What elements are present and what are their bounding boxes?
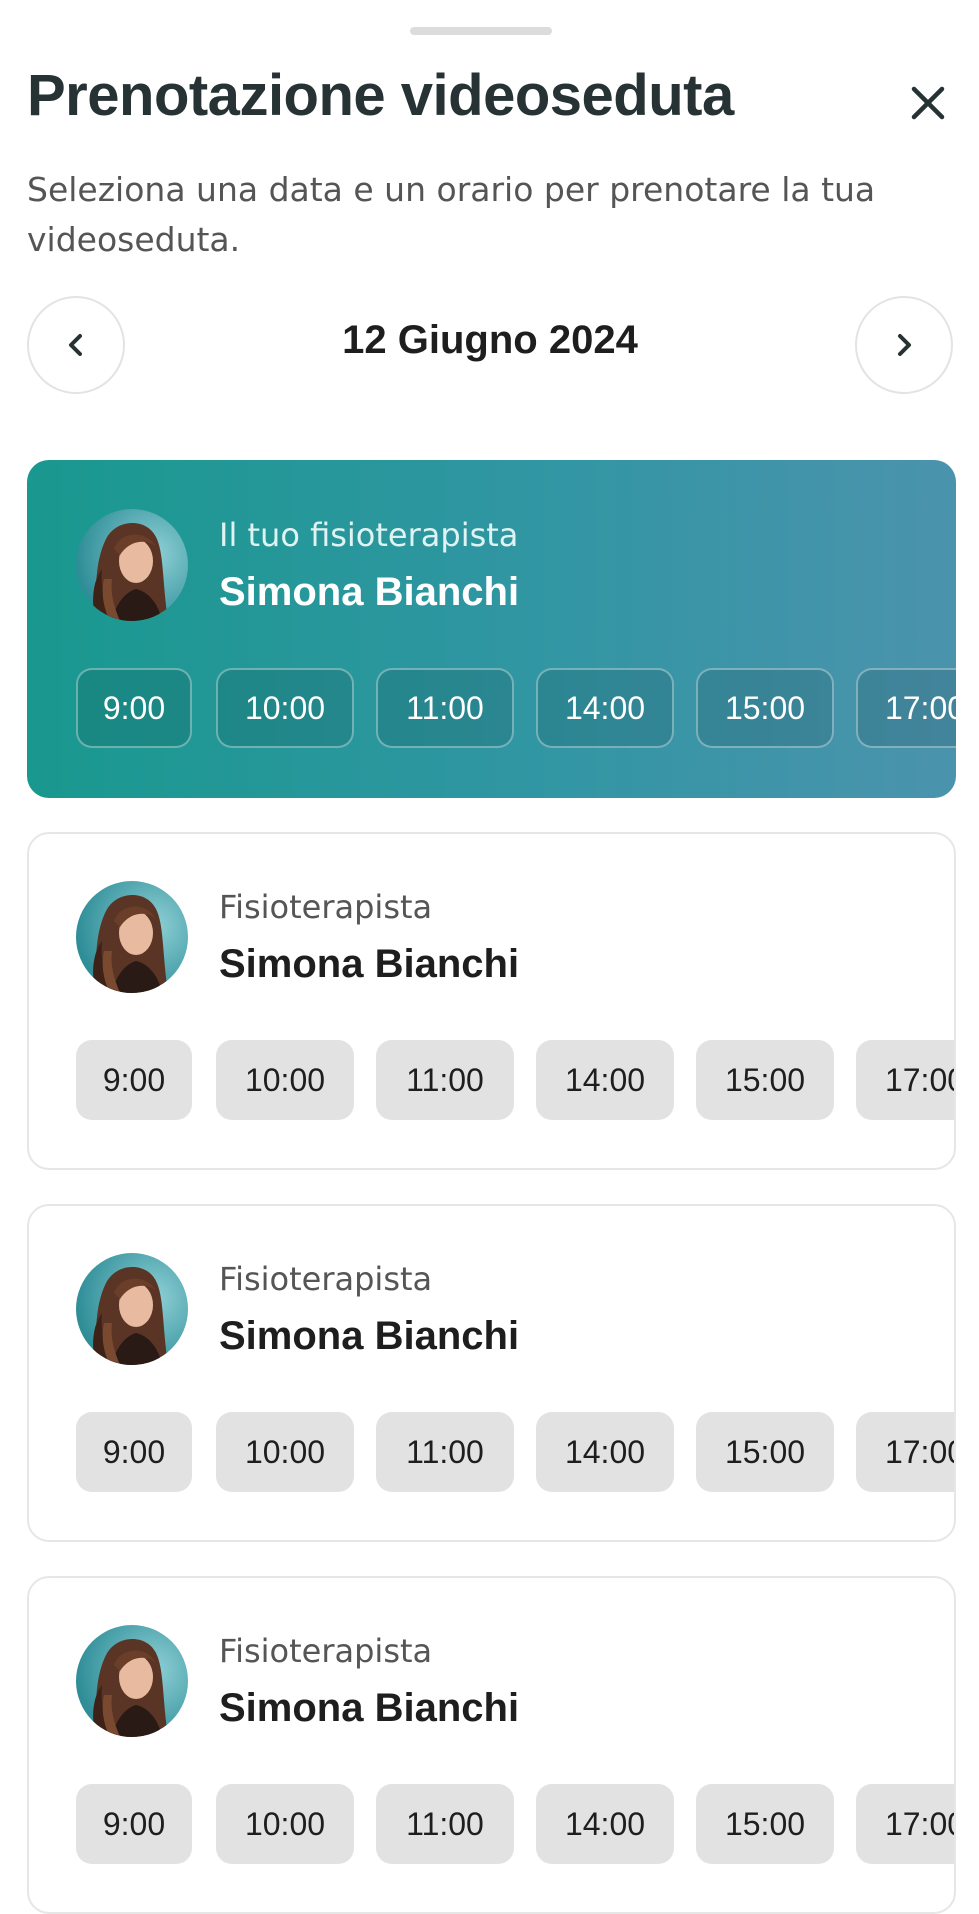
- chevron-left-icon: [69, 334, 82, 356]
- selected-date: 12 Giugno 2024: [342, 318, 638, 362]
- therapist-name: Simona Bianchi: [219, 570, 520, 614]
- prev-date-button[interactable]: [27, 296, 125, 394]
- time-slot-list: 9:00 10:00 11:00 14:00 15:00 17:00: [76, 1784, 954, 1864]
- featured-therapist-card: Il tuo fisioterapista Simona Bianchi 9:00 1…: [27, 460, 956, 798]
- therapist-name: Simona Bianchi: [219, 942, 520, 986]
- time-slot-button[interactable]: 17:00: [856, 1040, 954, 1120]
- drag-handle[interactable]: [410, 27, 552, 35]
- time-slot-button[interactable]: 17:00: [856, 1784, 954, 1864]
- avatar: [76, 881, 188, 993]
- chevron-right-icon: [898, 334, 911, 356]
- close-button[interactable]: [900, 75, 956, 131]
- avatar: [76, 1253, 188, 1365]
- therapist-card: Fisioterapista Simona Bianchi 9:00 10:00 11:…: [27, 832, 956, 1170]
- therapist-role: Fisioterapista: [219, 1260, 433, 1298]
- time-slot-button[interactable]: 15:00: [696, 668, 834, 748]
- time-slot-button[interactable]: 9:00: [76, 1040, 192, 1120]
- time-slot-button[interactable]: 9:00: [76, 1784, 192, 1864]
- time-slot-button[interactable]: 9:00: [76, 668, 192, 748]
- close-icon: [911, 86, 945, 120]
- time-slot-button[interactable]: 11:00: [376, 1040, 514, 1120]
- time-slot-list: 9:00 10:00 11:00 14:00 15:00 17:00: [76, 1040, 954, 1120]
- page-title: Prenotazione videoseduta: [27, 63, 734, 128]
- therapist-card: Fisioterapista Simona Bianchi 9:00 10:00 11:…: [27, 1576, 956, 1914]
- time-slot-button[interactable]: 14:00: [536, 1412, 674, 1492]
- time-slot-button[interactable]: 10:00: [216, 1040, 354, 1120]
- therapist-card: Fisioterapista Simona Bianchi 9:00 10:00 11:…: [27, 1204, 956, 1542]
- therapist-role: Il tuo fisioterapista: [219, 516, 519, 554]
- time-slot-button[interactable]: 14:00: [536, 668, 674, 748]
- next-date-button[interactable]: [855, 296, 953, 394]
- time-slot-button[interactable]: 17:00: [856, 668, 956, 748]
- time-slot-button[interactable]: 15:00: [696, 1412, 834, 1492]
- time-slot-button[interactable]: 14:00: [536, 1040, 674, 1120]
- page-subtitle: Seleziona una data e un orario per preno…: [27, 170, 876, 259]
- therapist-name: Simona Bianchi: [219, 1686, 520, 1730]
- time-slot-button[interactable]: 17:00: [856, 1412, 954, 1492]
- time-slot-list: 9:00 10:00 11:00 14:00 15:00 17:00: [76, 668, 956, 748]
- time-slot-list: 9:00 10:00 11:00 14:00 15:00 17:00: [76, 1412, 954, 1492]
- time-slot-button[interactable]: 11:00: [376, 1784, 514, 1864]
- time-slot-button[interactable]: 15:00: [696, 1040, 834, 1120]
- therapist-role: Fisioterapista: [219, 888, 433, 926]
- time-slot-button[interactable]: 15:00: [696, 1784, 834, 1864]
- time-slot-button[interactable]: 10:00: [216, 1784, 354, 1864]
- avatar: [76, 509, 188, 621]
- therapist-role: Fisioterapista: [219, 1632, 433, 1670]
- time-slot-button[interactable]: 9:00: [76, 1412, 192, 1492]
- time-slot-button[interactable]: 10:00: [216, 668, 354, 748]
- therapist-name: Simona Bianchi: [219, 1314, 520, 1358]
- time-slot-button[interactable]: 11:00: [376, 668, 514, 748]
- time-slot-button[interactable]: 11:00: [376, 1412, 514, 1492]
- time-slot-button[interactable]: 10:00: [216, 1412, 354, 1492]
- avatar: [76, 1625, 188, 1737]
- time-slot-button[interactable]: 14:00: [536, 1784, 674, 1864]
